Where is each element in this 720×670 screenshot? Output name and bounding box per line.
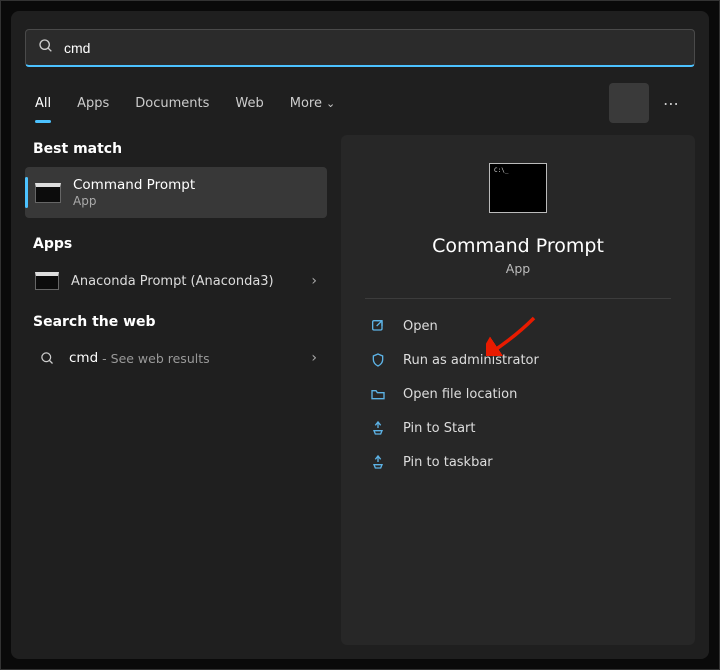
detail-subtitle: App (365, 261, 671, 276)
search-input[interactable] (64, 40, 682, 56)
open-icon (369, 317, 387, 335)
web-suffix-text: - See web results (102, 351, 209, 366)
tab-apps[interactable]: Apps (77, 90, 109, 117)
app-result-title: Anaconda Prompt (Anaconda3) (71, 274, 274, 289)
results-column: Best match Command Prompt App Apps Anaco… (11, 135, 341, 659)
command-prompt-icon (35, 183, 61, 203)
tab-more[interactable]: More⌄ (290, 90, 335, 117)
best-match-header: Best match (33, 141, 319, 157)
action-run-admin[interactable]: Run as administrator (365, 343, 671, 377)
search-bar[interactable] (25, 29, 695, 67)
folder-icon (369, 385, 387, 403)
chevron-down-icon: ⌄ (326, 97, 335, 110)
best-match-subtitle: App (73, 194, 195, 208)
shield-admin-icon (369, 351, 387, 369)
apps-header: Apps (33, 236, 319, 252)
action-label: Pin to taskbar (403, 455, 493, 470)
tab-web[interactable]: Web (235, 90, 263, 117)
action-pin-taskbar[interactable]: Pin to taskbar (365, 445, 671, 479)
action-label: Open (403, 319, 438, 334)
tab-all[interactable]: All (35, 90, 51, 117)
action-label: Pin to Start (403, 421, 475, 436)
start-search-panel: All Apps Documents Web More⌄ ⋯ Best matc… (11, 11, 709, 659)
chevron-right-icon: › (311, 273, 317, 289)
chevron-right-icon: › (311, 350, 317, 366)
more-options-button[interactable]: ⋯ (659, 90, 685, 117)
user-avatar[interactable] (609, 83, 649, 123)
web-result-item[interactable]: cmd - See web results › (25, 340, 327, 376)
terminal-icon (35, 272, 59, 290)
search-web-header: Search the web (33, 314, 319, 330)
search-icon (39, 350, 55, 366)
action-open-location[interactable]: Open file location (365, 377, 671, 411)
pin-icon (369, 419, 387, 437)
search-icon (38, 38, 54, 58)
detail-pane: Command Prompt App Open Run as administr… (341, 135, 695, 645)
best-match-item[interactable]: Command Prompt App (25, 167, 327, 218)
action-label: Run as administrator (403, 353, 539, 368)
pin-icon (369, 453, 387, 471)
action-pin-start[interactable]: Pin to Start (365, 411, 671, 445)
divider (365, 298, 671, 299)
action-open[interactable]: Open (365, 309, 671, 343)
detail-title: Command Prompt (365, 235, 671, 257)
app-preview-icon (489, 163, 547, 213)
web-query-text: cmd (69, 350, 98, 366)
best-match-title: Command Prompt (73, 177, 195, 193)
tab-documents[interactable]: Documents (135, 90, 209, 117)
filter-tabs: All Apps Documents Web More⌄ ⋯ (11, 85, 709, 121)
action-label: Open file location (403, 387, 517, 402)
app-result-item[interactable]: Anaconda Prompt (Anaconda3) › (25, 262, 327, 300)
